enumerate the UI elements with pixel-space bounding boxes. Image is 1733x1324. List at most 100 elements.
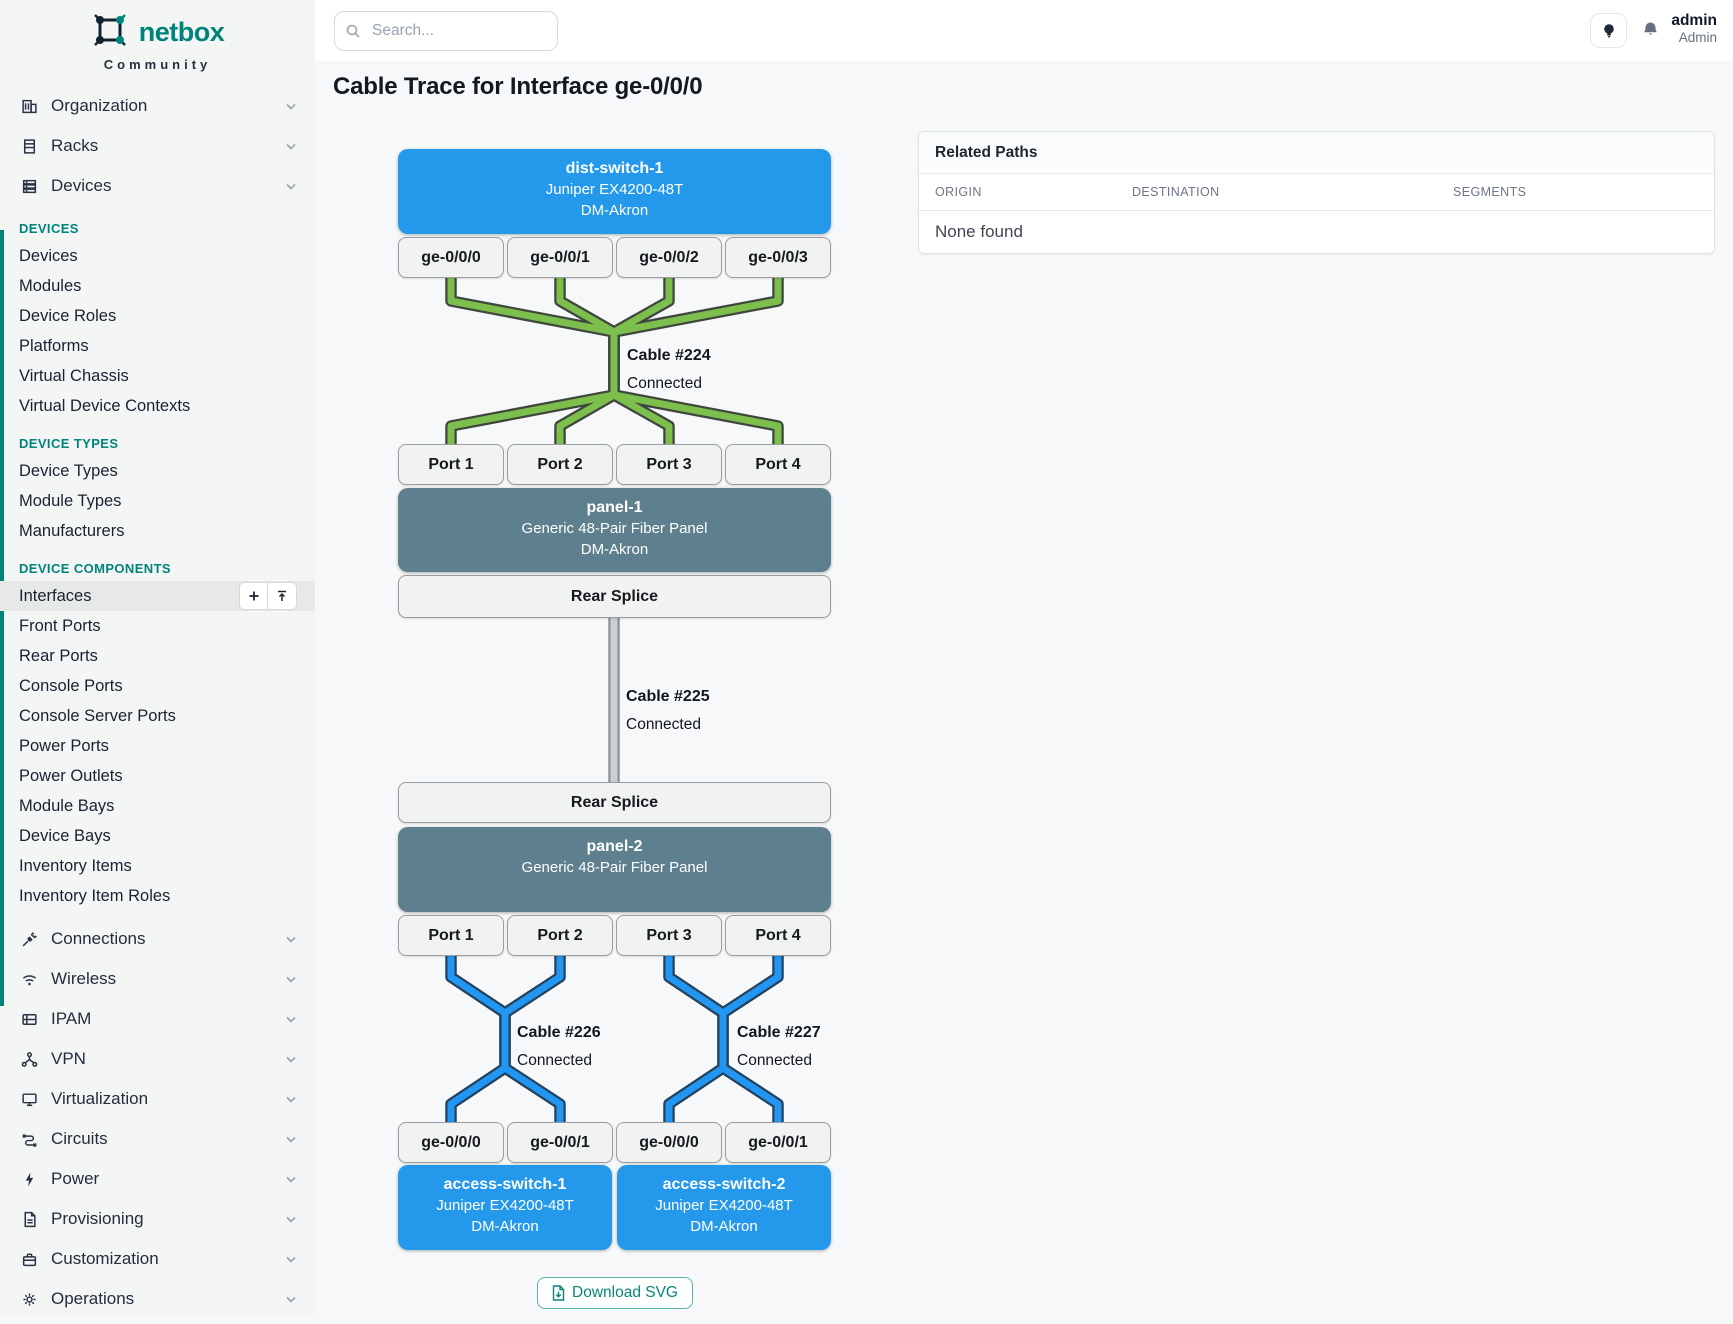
sidebar-item-racks[interactable]: Racks bbox=[0, 126, 315, 166]
device-node-access-switch-1[interactable]: access-switch-1 Juniper EX4200-48T DM-Ak… bbox=[398, 1165, 612, 1250]
cable-id: Cable #226 bbox=[517, 1022, 601, 1043]
dist-interface-row: ge-0/0/0ge-0/0/1ge-0/0/2ge-0/0/3 bbox=[398, 237, 831, 280]
interfaces-quick-actions bbox=[239, 582, 297, 610]
sidebar-subitem[interactable]: Rear Ports bbox=[0, 641, 315, 671]
sidebar-subitem[interactable]: Power Ports bbox=[0, 731, 315, 761]
sidebar-item-ipam[interactable]: IPAM bbox=[0, 999, 315, 1039]
notifications-button[interactable] bbox=[1642, 21, 1659, 44]
device-node-dist-switch-1[interactable]: dist-switch-1 Juniper EX4200-48T DM-Akro… bbox=[398, 149, 831, 234]
interface-box[interactable]: ge-0/0/1 bbox=[507, 237, 613, 278]
sidebar-item-virtualization[interactable]: Virtualization bbox=[0, 1079, 315, 1119]
rear-port-box-panel-1[interactable]: Rear Splice bbox=[398, 575, 831, 618]
device-node-panel-1[interactable]: panel-1 Generic 48-Pair Fiber Panel DM-A… bbox=[398, 488, 831, 572]
sidebar-item-vpn[interactable]: VPN bbox=[0, 1039, 315, 1079]
front-port-box[interactable]: Port 2 bbox=[507, 915, 613, 956]
sidebar-subitem[interactable]: Virtual Chassis bbox=[0, 361, 315, 391]
sidebar-item-organization[interactable]: Organization bbox=[0, 86, 315, 126]
chevron-down-icon bbox=[285, 140, 297, 152]
sidebar-subitem[interactable]: Console Server Ports bbox=[0, 701, 315, 731]
sidebar-subitem[interactable]: Device Bays bbox=[0, 821, 315, 851]
device-model: Juniper EX4200-48T bbox=[655, 1197, 793, 1214]
front-port-box[interactable]: Port 3 bbox=[616, 444, 722, 485]
section-title-device-types: DEVICE TYPES bbox=[19, 436, 315, 451]
device-model: Juniper EX4200-48T bbox=[436, 1197, 574, 1214]
page: { "brand": {"name": "netbox", "tagline":… bbox=[0, 0, 1733, 1316]
sidebar-item-label: Virtualization bbox=[51, 1089, 285, 1109]
interface-box[interactable]: ge-0/0/0 bbox=[398, 1122, 504, 1163]
sidebar-item-label: Organization bbox=[51, 96, 285, 116]
user-menu[interactable]: admin Admin bbox=[1671, 11, 1717, 47]
add-interface-button[interactable] bbox=[239, 582, 268, 610]
sidebar-item-provisioning[interactable]: Provisioning bbox=[0, 1199, 315, 1239]
download-svg-button[interactable]: Download SVG bbox=[537, 1277, 693, 1309]
cable-status: Connected bbox=[517, 1052, 592, 1069]
topbar: admin Admin bbox=[315, 0, 1733, 62]
sidebar-item-operations[interactable]: Operations bbox=[0, 1279, 315, 1319]
front-port-box[interactable]: Port 4 bbox=[725, 444, 831, 485]
sidebar-subitem[interactable]: Manufacturers bbox=[0, 516, 315, 546]
sidebar-item-label: Connections bbox=[51, 929, 285, 949]
interface-box[interactable]: ge-0/0/3 bbox=[725, 237, 831, 278]
interface-box[interactable]: ge-0/0/0 bbox=[616, 1122, 722, 1163]
sidebar-subitem[interactable]: Virtual Device Contexts bbox=[0, 391, 315, 421]
sidebar-item-circuits[interactable]: Circuits bbox=[0, 1119, 315, 1159]
ip-table-icon bbox=[21, 1011, 38, 1028]
interface-box[interactable]: ge-0/0/2 bbox=[616, 237, 722, 278]
device-model: Juniper EX4200-48T bbox=[546, 181, 684, 198]
sidebar-item-label: VPN bbox=[51, 1049, 285, 1069]
import-icon bbox=[276, 590, 288, 602]
sidebar-subitem[interactable]: Device Types bbox=[0, 456, 315, 486]
sidebar-nav: Organization Racks Devices DEVICES Devic… bbox=[0, 86, 315, 1319]
cable-status: Connected bbox=[627, 375, 702, 392]
chevron-down-icon bbox=[285, 1253, 297, 1265]
sidebar-item-connections[interactable]: Connections bbox=[0, 919, 315, 959]
sidebar-subitem[interactable]: Inventory Item Roles bbox=[0, 881, 315, 911]
front-port-box[interactable]: Port 3 bbox=[616, 915, 722, 956]
front-port-box[interactable]: Port 4 bbox=[725, 915, 831, 956]
theme-toggle-button[interactable] bbox=[1590, 13, 1627, 48]
download-svg-label: Download SVG bbox=[572, 1284, 678, 1302]
device-node-access-switch-2[interactable]: access-switch-2 Juniper EX4200-48T DM-Ak… bbox=[617, 1165, 831, 1250]
front-port-box[interactable]: Port 1 bbox=[398, 444, 504, 485]
import-interfaces-button[interactable] bbox=[268, 582, 297, 610]
cable-224-label[interactable]: Cable #224 Connected bbox=[627, 345, 711, 394]
sidebar-item-wireless[interactable]: Wireless bbox=[0, 959, 315, 999]
sidebar-item-devices[interactable]: Devices bbox=[0, 166, 315, 206]
interface-box[interactable]: ge-0/0/1 bbox=[725, 1122, 831, 1163]
sidebar-subitem[interactable]: Device Roles bbox=[0, 301, 315, 331]
sidebar: netbox Community Organization Racks Devi… bbox=[0, 0, 316, 1316]
sidebar-subitem[interactable]: Power Outlets bbox=[0, 761, 315, 791]
netbox-logo[interactable]: netbox Community bbox=[0, 0, 315, 72]
cable-226-label[interactable]: Cable #226 Connected bbox=[517, 1022, 601, 1071]
sidebar-subitem[interactable]: Console Ports bbox=[0, 671, 315, 701]
sidebar-subitem[interactable]: Module Bays bbox=[0, 791, 315, 821]
network-nodes-icon bbox=[21, 1051, 38, 1068]
cable-227-label[interactable]: Cable #227 Connected bbox=[737, 1022, 821, 1071]
cable-225-label[interactable]: Cable #225 Connected bbox=[626, 686, 710, 735]
device-components-subnav: Front PortsRear PortsConsole PortsConsol… bbox=[0, 611, 315, 911]
chevron-down-icon bbox=[285, 1133, 297, 1145]
sidebar-subitem[interactable]: Modules bbox=[0, 271, 315, 301]
device-node-panel-2[interactable]: panel-2 Generic 48-Pair Fiber Panel bbox=[398, 827, 831, 912]
column-header: SEGMENTS bbox=[1453, 185, 1698, 199]
sidebar-subitem[interactable]: Platforms bbox=[0, 331, 315, 361]
front-port-box[interactable]: Port 2 bbox=[507, 444, 613, 485]
search-input[interactable] bbox=[370, 21, 534, 41]
sidebar-subitem[interactable]: Front Ports bbox=[0, 611, 315, 641]
related-paths-card: Related Paths ORIGINDESTINATIONSEGMENTS … bbox=[918, 131, 1715, 254]
sidebar-subitem-interfaces-active[interactable]: Interfaces bbox=[0, 581, 315, 611]
lightning-bolt-icon bbox=[21, 1171, 38, 1188]
sidebar-item-customization[interactable]: Customization bbox=[0, 1239, 315, 1279]
device-name: dist-switch-1 bbox=[566, 160, 664, 177]
interface-box[interactable]: ge-0/0/1 bbox=[507, 1122, 613, 1163]
user-name: admin bbox=[1671, 11, 1717, 30]
sidebar-subitem[interactable]: Module Types bbox=[0, 486, 315, 516]
cable-status: Connected bbox=[626, 716, 701, 733]
rear-port-box-panel-2[interactable]: Rear Splice bbox=[398, 782, 831, 823]
interface-box[interactable]: ge-0/0/0 bbox=[398, 237, 504, 278]
sidebar-subitem[interactable]: Devices bbox=[0, 241, 315, 271]
sidebar-subitem[interactable]: Inventory Items bbox=[0, 851, 315, 881]
front-port-box[interactable]: Port 1 bbox=[398, 915, 504, 956]
sidebar-item-label: Devices bbox=[51, 176, 285, 196]
sidebar-item-power[interactable]: Power bbox=[0, 1159, 315, 1199]
